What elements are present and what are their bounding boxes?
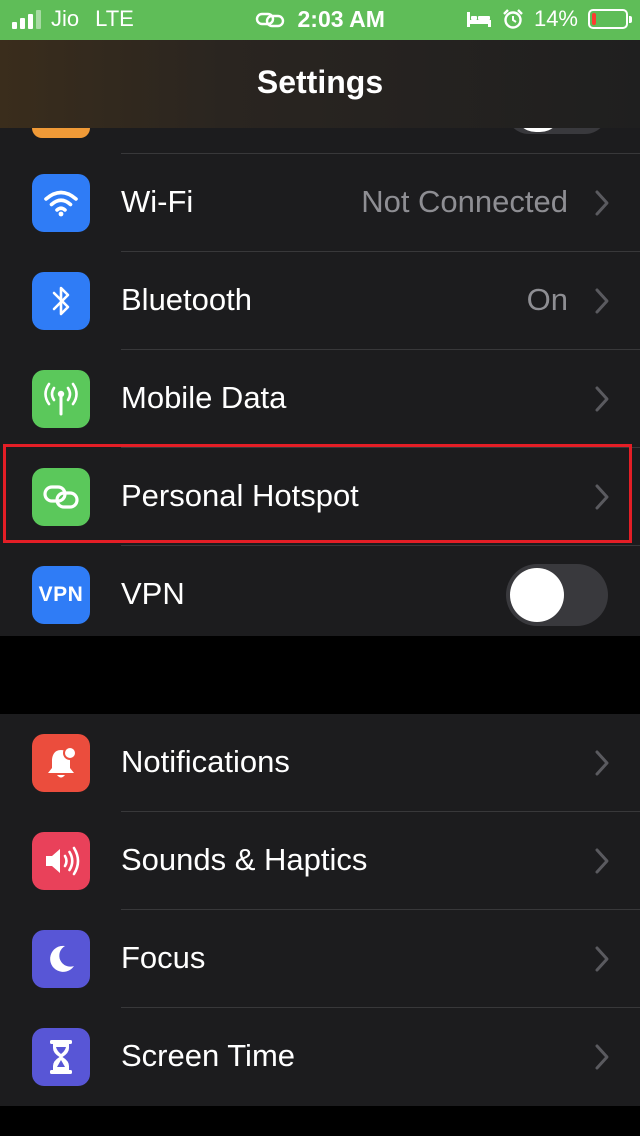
chevron-right-icon xyxy=(595,386,609,412)
partial-row-airplane-mode[interactable] xyxy=(0,128,640,154)
vpn-toggle[interactable] xyxy=(506,564,608,626)
row-label: Notifications xyxy=(121,744,290,779)
chevron-right-icon xyxy=(595,848,609,874)
battery-percentage: 14% xyxy=(533,6,578,31)
chevron-right-icon xyxy=(595,1044,609,1070)
row-label: Personal Hotspot xyxy=(121,478,359,513)
page-title: Settings xyxy=(256,64,384,100)
row-focus[interactable]: Focus xyxy=(0,910,640,1008)
row-mobile-data[interactable]: Mobile Data xyxy=(0,350,640,448)
row-label: VPN xyxy=(121,576,185,611)
antenna-icon xyxy=(32,370,90,428)
status-bar-right: 14% xyxy=(466,6,632,32)
connectivity-group: Wi-Fi Not Connected Bluetooth On Mobile xyxy=(0,154,640,636)
chevron-right-icon xyxy=(595,484,609,510)
alarm-clock-icon xyxy=(503,9,523,29)
vpn-icon: VPN xyxy=(32,566,90,624)
row-value: Not Connected xyxy=(361,184,568,219)
bell-icon xyxy=(32,734,90,792)
row-label: Focus xyxy=(121,940,206,975)
row-screen-time[interactable]: Screen Time xyxy=(0,1008,640,1106)
row-vpn[interactable]: VPN VPN xyxy=(0,546,640,636)
system-group: Notifications Sounds & Haptics Focus Scr… xyxy=(0,714,640,1106)
navigation-bar: Settings xyxy=(0,40,640,128)
row-value: On xyxy=(526,282,568,317)
row-wifi[interactable]: Wi-Fi Not Connected xyxy=(0,154,640,252)
row-label: Sounds & Haptics xyxy=(121,842,368,877)
hourglass-icon xyxy=(32,1028,90,1086)
chevron-right-icon xyxy=(595,190,609,216)
status-bar: Jio LTE 2:03 AM 14% xyxy=(0,0,640,40)
speaker-icon xyxy=(32,832,90,890)
chevron-right-icon xyxy=(595,946,609,972)
clock: 2:03 AM xyxy=(297,6,385,32)
airplane-mode-toggle[interactable] xyxy=(506,128,608,134)
hotspot-link-icon xyxy=(32,468,90,526)
row-bluetooth[interactable]: Bluetooth On xyxy=(0,252,640,350)
bluetooth-icon xyxy=(32,272,90,330)
moon-icon xyxy=(32,930,90,988)
sleep-bed-icon xyxy=(466,12,491,27)
chevron-right-icon xyxy=(595,750,609,776)
row-label: Bluetooth xyxy=(121,282,252,317)
chevron-right-icon xyxy=(595,288,609,314)
row-label: Screen Time xyxy=(121,1038,296,1073)
row-sounds-haptics[interactable]: Sounds & Haptics xyxy=(0,812,640,910)
row-notifications[interactable]: Notifications xyxy=(0,714,640,812)
wifi-icon xyxy=(32,174,90,232)
vpn-icon-text: VPN xyxy=(38,583,84,606)
row-label: Wi-Fi xyxy=(121,184,194,219)
airplane-icon xyxy=(32,128,90,138)
row-personal-hotspot[interactable]: Personal Hotspot xyxy=(0,448,640,546)
hotspot-link-icon xyxy=(255,12,285,28)
battery-fill xyxy=(592,13,596,25)
battery-icon xyxy=(588,9,632,29)
row-label: Mobile Data xyxy=(121,380,287,415)
toggle-knob xyxy=(510,568,564,622)
